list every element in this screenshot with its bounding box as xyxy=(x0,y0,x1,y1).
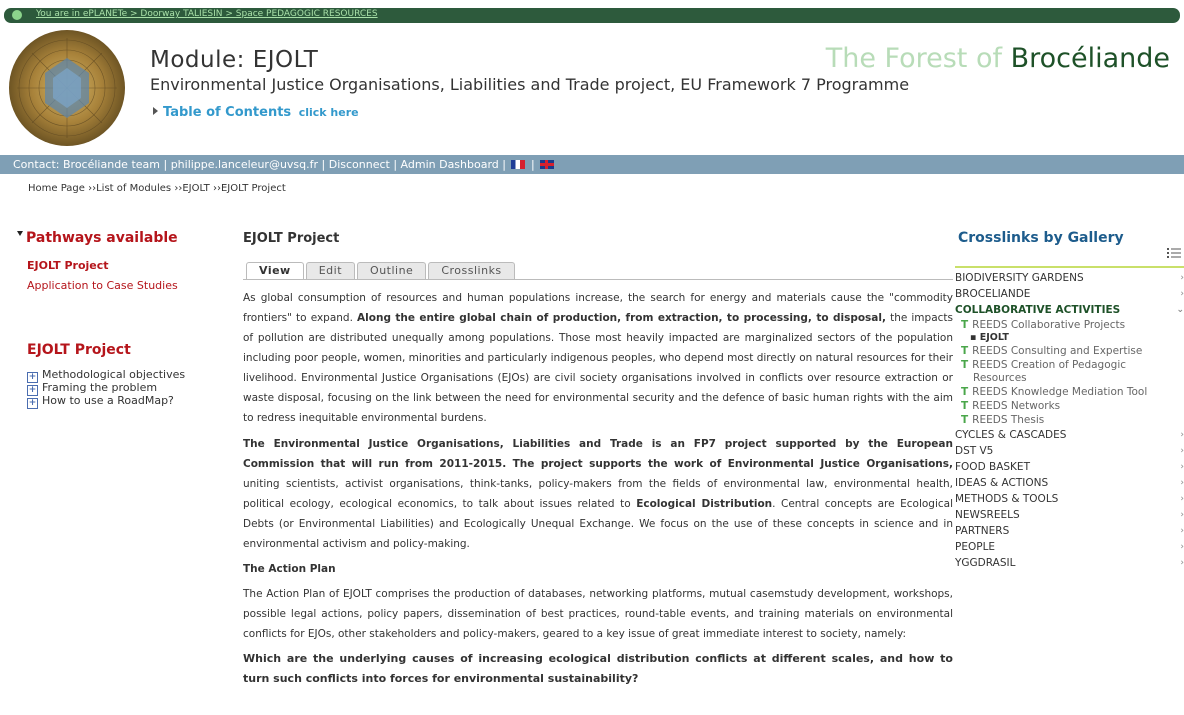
gallery-subitem[interactable]: T REEDS Networks xyxy=(955,399,1184,413)
gallery-item-active[interactable]: COLLABORATIVE ACTIVITIES ⌄ xyxy=(955,302,1184,318)
list-icon[interactable] xyxy=(1167,247,1181,259)
location-bar: You are in ePLANETe > Doorway TALIESIN >… xyxy=(4,8,1180,23)
chevron-right-icon: › xyxy=(1180,446,1184,456)
p2-bold: The Environmental Justice Organisations,… xyxy=(243,438,953,470)
outline-tree: + Methodological objectives + Framing the … xyxy=(27,368,185,409)
triangle-right-icon xyxy=(153,107,158,115)
chevron-right-icon: › xyxy=(1180,558,1184,568)
module-subtitle: Environmental Justice Organisations, Lia… xyxy=(150,75,910,94)
brand-part1: The Forest of xyxy=(825,43,1011,74)
p1-bold: Along the entire global chain of product… xyxy=(357,312,886,324)
p1-text-end: the impacts of pollution are distributed… xyxy=(243,312,953,424)
tree-item[interactable]: + Methodological objectives xyxy=(27,368,185,383)
t-icon: T xyxy=(961,400,969,412)
toc-click-here[interactable]: click here xyxy=(299,106,359,119)
tab-edit[interactable]: Edit xyxy=(305,262,356,279)
gallery-item[interactable]: IDEAS & ACTIONS › xyxy=(955,475,1184,491)
pathways-title[interactable]: Pathways available xyxy=(17,230,178,246)
leaf-icon xyxy=(12,10,22,20)
gallery-item[interactable]: METHODS & TOOLS › xyxy=(955,491,1184,507)
french-flag-icon[interactable] xyxy=(511,160,526,169)
page-title: EJOLT Project xyxy=(243,231,340,246)
chevron-right-icon: › xyxy=(1180,430,1184,440)
gallery-subitem[interactable]: T REEDS Knowledge Mediation Tool xyxy=(955,385,1184,399)
table-of-contents-link[interactable]: Table of Contents click here xyxy=(153,105,359,120)
article-body: As global consumption of resources and h… xyxy=(243,288,953,689)
tree-item-label[interactable]: How to use a RoadMap? xyxy=(42,394,174,407)
tree-item[interactable]: + Framing the problem xyxy=(27,381,185,396)
gallery-item[interactable]: FOOD BASKET › xyxy=(955,459,1184,475)
gallery-subitem[interactable]: T REEDS Creation of Pedagogic xyxy=(955,358,1184,372)
disconnect-link[interactable]: Disconnect xyxy=(329,155,390,174)
paragraph-intro: As global consumption of resources and h… xyxy=(243,288,953,428)
triangle-down-icon xyxy=(17,231,23,236)
pathways-label: Pathways available xyxy=(26,230,178,246)
uk-flag-icon[interactable] xyxy=(540,160,555,169)
module-title: Module: EJOLT xyxy=(150,47,319,73)
gallery-subitem[interactable]: T REEDS Collaborative Projects xyxy=(955,318,1184,332)
chevron-right-icon: › xyxy=(1180,542,1184,552)
gallery-item[interactable]: DST V5 › xyxy=(955,443,1184,459)
t-icon: T xyxy=(961,345,969,357)
paragraph-action-plan: The Action Plan of EJOLT comprises the p… xyxy=(243,588,953,640)
chevron-right-icon: › xyxy=(1180,478,1184,488)
chevron-right-icon: › xyxy=(1180,510,1184,520)
t-icon: T xyxy=(961,319,969,331)
brand-part2: Brocéliande xyxy=(1010,43,1170,74)
tree-item-label[interactable]: Methodological objectives xyxy=(42,368,185,381)
breadcrumb[interactable]: Home Page ››List of Modules ››EJOLT ››EJ… xyxy=(28,183,286,194)
key-question: Which are the underlying causes of incre… xyxy=(243,652,953,685)
gallery-subitem-continued[interactable]: Resources xyxy=(955,372,1184,385)
contact-bar: Contact: Brocéliande team | philippe.lan… xyxy=(0,155,1184,174)
t-icon: T xyxy=(961,359,969,371)
toc-label[interactable]: Table of Contents xyxy=(163,105,291,120)
p2-bold-term: Ecological Distribution xyxy=(636,498,773,510)
pathway-link-ejolt[interactable]: EJOLT Project xyxy=(27,259,109,272)
chevron-right-icon: › xyxy=(1180,462,1184,472)
gallery-item[interactable]: PEOPLE › xyxy=(955,539,1184,555)
chevron-right-icon: › xyxy=(1180,494,1184,504)
gallery-subsubitem[interactable]: ▪ EJOLT xyxy=(955,332,1184,344)
brand-title: The Forest of Brocéliande xyxy=(826,43,1170,74)
sidebar-project-title: EJOLT Project xyxy=(27,342,131,358)
gallery-item[interactable]: PARTNERS › xyxy=(955,523,1184,539)
tab-divider xyxy=(243,279,953,280)
gallery-item[interactable]: BROCELIANDE › xyxy=(955,286,1184,302)
pathway-link-case-studies[interactable]: Application to Case Studies xyxy=(27,279,178,292)
tree-item-label[interactable]: Framing the problem xyxy=(42,381,157,394)
crosslinks-divider xyxy=(955,266,1184,268)
crosslinks-title: Crosslinks by Gallery xyxy=(958,230,1124,246)
plus-icon[interactable]: + xyxy=(27,398,38,409)
contact-team-link[interactable]: Contact: Brocéliande team xyxy=(0,155,160,174)
t-icon: T xyxy=(961,414,969,426)
paragraph-project: The Environmental Justice Organisations,… xyxy=(243,434,953,554)
location-breadcrumb[interactable]: You are in ePLANETe > Doorway TALIESIN >… xyxy=(36,9,378,19)
gallery-subitem[interactable]: T REEDS Thesis xyxy=(955,413,1184,427)
chevron-down-icon: ⌄ xyxy=(1176,305,1184,315)
email-link[interactable]: philippe.lanceleur@uvsq.fr xyxy=(171,155,318,174)
gallery-item[interactable]: BIODIVERSITY GARDENS › xyxy=(955,270,1184,286)
chevron-right-icon: › xyxy=(1180,273,1184,283)
crosslinks-list: BIODIVERSITY GARDENS › BROCELIANDE › COLLA… xyxy=(955,270,1184,571)
section-heading: The Action Plan xyxy=(243,563,336,575)
t-icon: T xyxy=(961,386,969,398)
tab-outline[interactable]: Outline xyxy=(357,262,427,279)
tab-bar: View Edit Outline Crosslinks xyxy=(246,262,517,280)
admin-dashboard-link[interactable]: Admin Dashboard xyxy=(401,155,499,174)
tab-crosslinks[interactable]: Crosslinks xyxy=(428,262,515,279)
gallery-subitem[interactable]: T REEDS Consulting and Expertise xyxy=(955,344,1184,358)
gallery-item[interactable]: YGGDRASIL › xyxy=(955,555,1184,571)
tab-view[interactable]: View xyxy=(246,262,304,279)
gallery-item[interactable]: CYCLES & CASCADES › xyxy=(955,427,1184,443)
chevron-right-icon: › xyxy=(1180,526,1184,536)
tree-item[interactable]: + How to use a RoadMap? xyxy=(27,394,185,409)
gallery-item[interactable]: NEWSREELS › xyxy=(955,507,1184,523)
chevron-right-icon: › xyxy=(1180,289,1184,299)
broceliande-logo xyxy=(9,30,125,146)
